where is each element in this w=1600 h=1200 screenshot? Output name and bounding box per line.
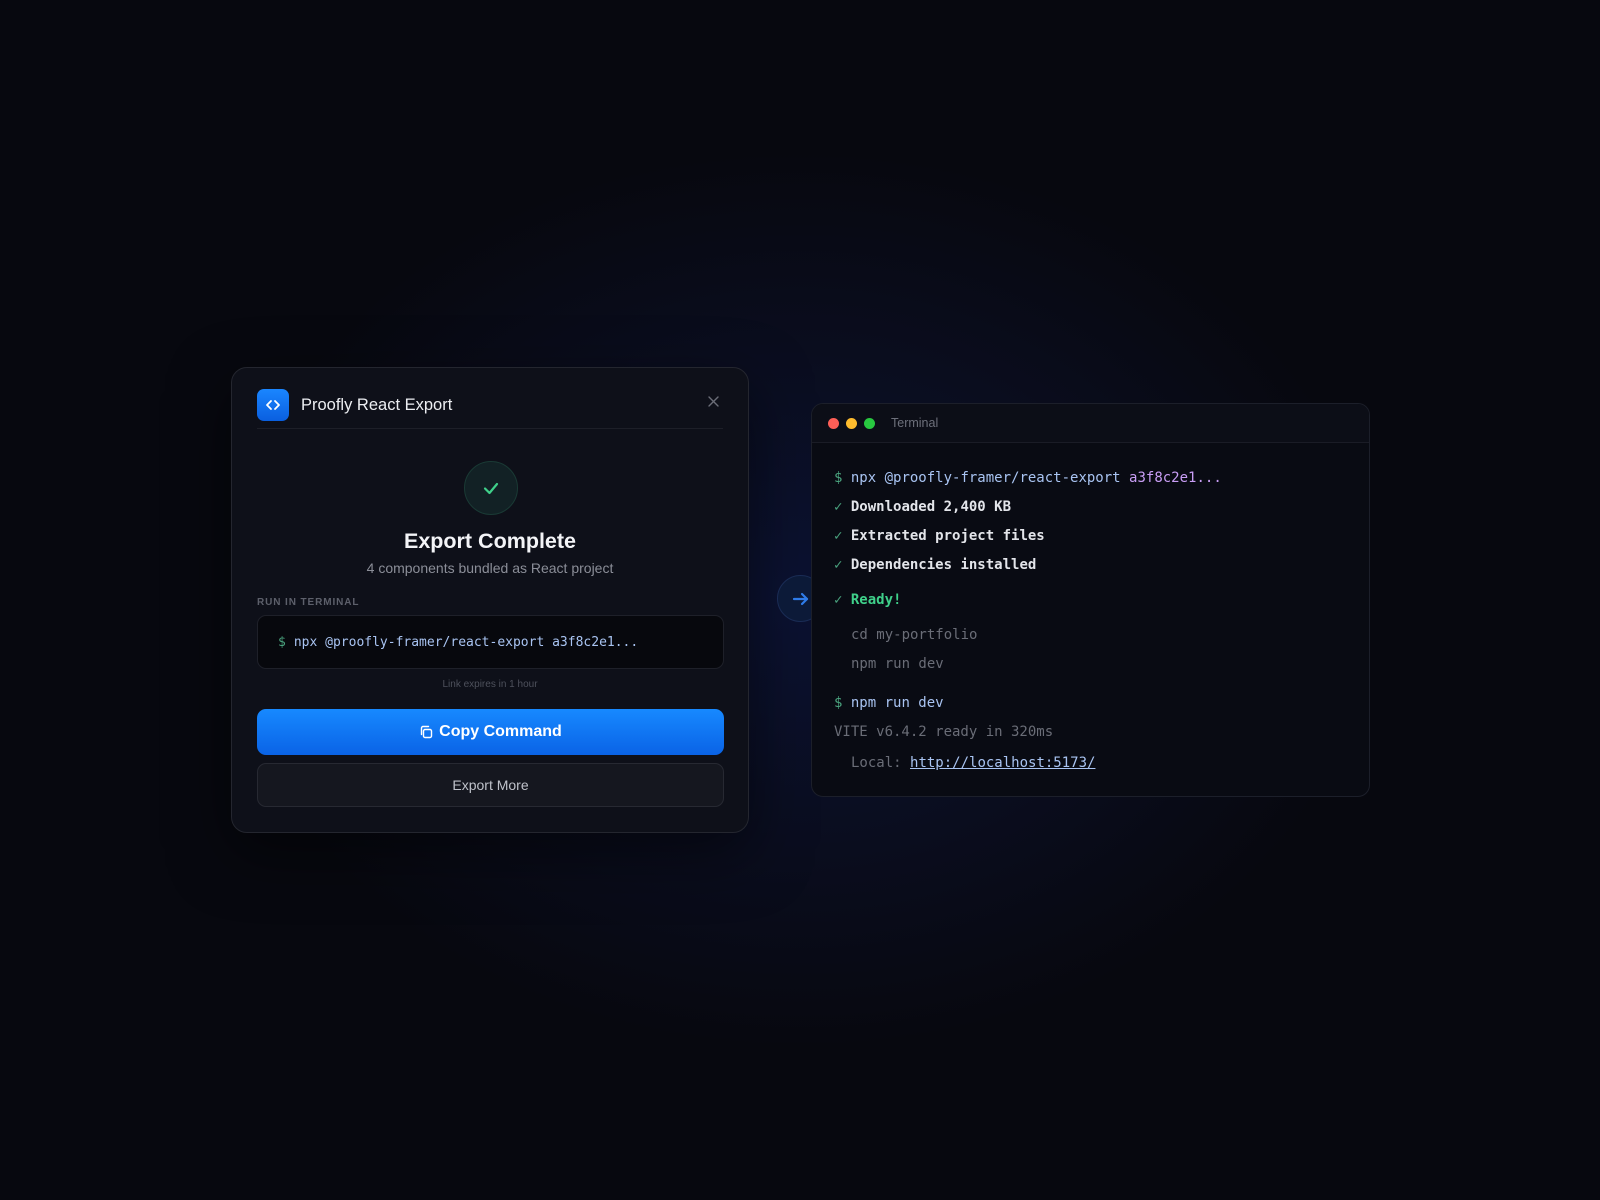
command-hash: a3f8c2e1... [1129, 470, 1222, 486]
terminal-hint-run: npm run dev [851, 656, 944, 672]
terminal-hint-cd: cd my-portfolio [851, 627, 978, 643]
terminal-line-downloaded: ✓ Downloaded 2,400 KB [834, 499, 1011, 515]
run-command: npm run dev [850, 695, 944, 711]
copy-command-label: Copy Command [439, 723, 562, 740]
line-text: Downloaded 2,400 KB [850, 499, 1012, 515]
terminal-line-local: Local: http://localhost:5173/ [851, 755, 1095, 771]
command-text: npx @proofly-framer/react-export a3f8c2e… [293, 634, 639, 650]
terminal-line-run: $ npm run dev [834, 695, 944, 711]
export-modal: Proofly React Export Export Complete 4 c… [231, 367, 749, 833]
copy-command-button[interactable]: Copy Command [257, 709, 724, 755]
window-close-dot[interactable] [828, 417, 839, 429]
command-prompt: $ [278, 634, 286, 650]
close-icon[interactable] [705, 393, 721, 409]
expires-note: Link expires in 1 hour [442, 679, 538, 690]
command-box[interactable]: $ npx @proofly-framer/react-export a3f8c… [257, 615, 724, 669]
terminal-titlebar: Terminal [812, 404, 1369, 443]
window-minimize-dot[interactable] [846, 417, 857, 429]
local-url-link[interactable]: http://localhost:5173/ [910, 755, 1095, 771]
terminal-line-ready: ✓ Ready! [834, 592, 901, 608]
export-subheading: 4 components bundled as React project [366, 560, 614, 576]
terminal-window: Terminal $ npx @proofly-framer/react-exp… [811, 403, 1370, 797]
ready-text: Ready! [850, 592, 902, 608]
check-icon [464, 461, 518, 515]
terminal-line-extracted: ✓ Extracted project files [834, 528, 1045, 544]
check-mark: ✓ [834, 557, 843, 573]
line-text: Extracted project files [850, 528, 1045, 544]
check-mark: ✓ [834, 592, 843, 608]
terminal-vite-status: VITE v6.4.2 ready in 320ms [834, 724, 1054, 740]
prompt: $ [834, 470, 843, 486]
export-more-button[interactable]: Export More [257, 763, 724, 807]
terminal-title: Terminal [891, 416, 939, 430]
copy-icon [420, 725, 433, 739]
code-icon [257, 389, 289, 421]
line-text: Dependencies installed [850, 557, 1037, 573]
local-label: Local: [851, 755, 902, 771]
modal-title: Proofly React Export [301, 395, 453, 414]
terminal-line-dependencies: ✓ Dependencies installed [834, 557, 1036, 573]
check-mark: ✓ [834, 499, 843, 515]
terminal-line-command: $ npx @proofly-framer/react-export a3f8c… [834, 470, 1222, 486]
modal-header: Proofly React Export [257, 382, 723, 429]
export-heading: Export Complete [403, 529, 577, 553]
section-label: RUN IN TERMINAL [257, 597, 360, 608]
window-maximize-dot[interactable] [864, 417, 875, 429]
check-mark: ✓ [834, 528, 843, 544]
prompt: $ [834, 695, 843, 711]
command-text: npx @proofly-framer/react-export [850, 470, 1121, 486]
